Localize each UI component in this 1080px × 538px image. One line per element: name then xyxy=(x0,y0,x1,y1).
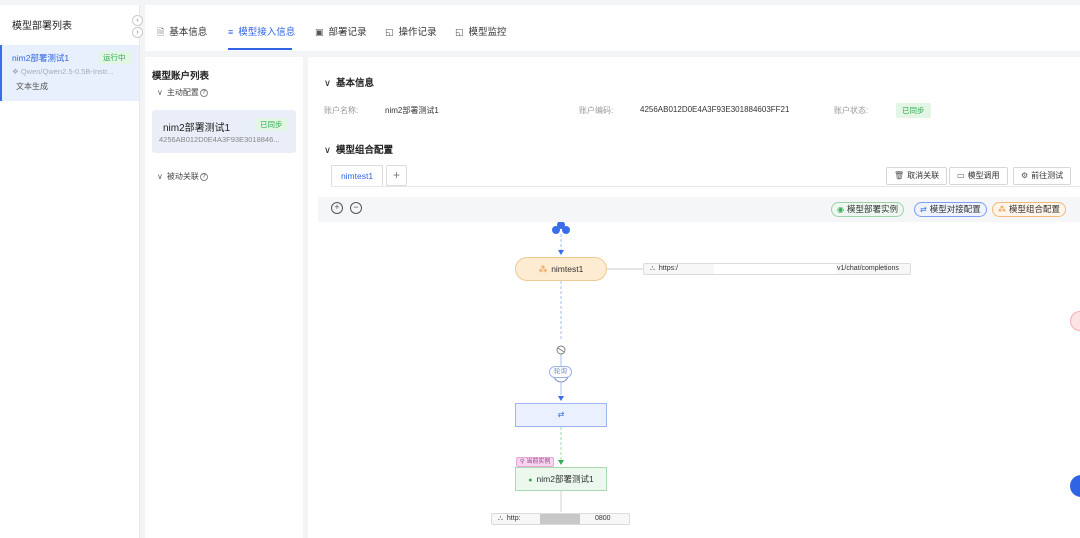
legend-combo-config: ⁂ 模型组合配置 xyxy=(992,202,1067,217)
instance-node-nim2[interactable]: ● nim2部署测试1 xyxy=(515,467,607,491)
model-icon: ❖ xyxy=(12,67,21,76)
list-icon: ≡ xyxy=(228,27,234,37)
network-icon: ⛬ xyxy=(498,515,503,522)
tab-operation-records[interactable]: ◱ 操作记录 xyxy=(385,24,437,38)
basic-info-section-title[interactable]: ∨ 基本信息 xyxy=(324,75,374,89)
docking-icon: ⇄ xyxy=(920,205,927,214)
instance-icon: ● xyxy=(528,477,533,484)
combo-config-section-title[interactable]: ∨ 模型组合配置 xyxy=(324,142,393,156)
shuffle-icon xyxy=(556,345,566,355)
active-tab-indicator xyxy=(228,48,292,50)
docking-icon: ⇄ xyxy=(557,410,565,419)
go-test-button[interactable]: ⚙ 前往测试 xyxy=(1013,167,1072,185)
help-icon[interactable]: ? xyxy=(199,88,208,97)
combo-node-nimtest1[interactable]: ⁂ nimtest1 xyxy=(515,257,607,281)
account-name-label: 账户名称: xyxy=(324,106,359,115)
screen-icon: ▭ xyxy=(957,171,965,180)
canvas-toolbar: + − ◉ 模型部署实例 ⇄ 模型对接配置 ⁂ 模型组合配置 xyxy=(318,197,1080,222)
instance-icon: ◉ xyxy=(837,205,844,214)
deployment-list-item[interactable]: nim2部署测试1 运行中 ❖ Qwen/Qwen2.5-0.5B-Instr.… xyxy=(0,45,139,101)
tab-model-access-info[interactable]: ≡ 模型接入信息 xyxy=(228,24,295,38)
trash-icon: 🗑 xyxy=(894,171,905,180)
tab-model-monitor[interactable]: ◱ 模型监控 xyxy=(455,24,507,38)
account-code-value: 4256AB012D0E4A3F93E301884603FF21 xyxy=(640,105,790,114)
account-card[interactable]: nim2部署测试1 已同步 4256AB012D0E4A3F93E3018846… xyxy=(152,110,296,153)
zoom-in-icon[interactable]: + xyxy=(331,202,343,214)
operation-log-icon: ◱ xyxy=(385,27,394,37)
account-list-panel: 模型账户列表 ∨ 主动配置? nim2部署测试1 已同步 4256AB012D0E… xyxy=(145,57,303,538)
chevron-down-icon: ∨ xyxy=(324,78,331,89)
chevron-down-icon: ∨ xyxy=(157,88,163,97)
deployment-status-badge: 运行中 xyxy=(98,51,131,64)
legend-deploy-instance: ◉ 模型部署实例 xyxy=(831,202,904,217)
url-redaction-mask xyxy=(540,514,580,524)
deployment-list-title: 模型部署列表 xyxy=(12,21,72,32)
account-code-label: 账户编码: xyxy=(579,106,614,115)
passive-link-group[interactable]: ∨ 被动关联? xyxy=(157,171,208,182)
detail-tabs: 🗎 基本信息 ≡ 模型接入信息 ▣ 部署记录 ◱ 操作记录 ◱ 模型监控 xyxy=(145,5,1080,51)
network-icon: ⛬ xyxy=(650,265,655,272)
deployment-name: nim2部署测试1 xyxy=(12,53,70,63)
legend-docking-config: ⇄ 模型对接配置 xyxy=(914,202,987,217)
record-icon: ▣ xyxy=(315,27,324,37)
collapse-left-icon[interactable]: ‹ xyxy=(132,15,143,26)
chevron-down-icon: ∨ xyxy=(324,145,331,156)
active-config-group[interactable]: ∨ 主动配置? xyxy=(157,87,208,98)
bottom-endpoint-url: ⛬ http: 0800 xyxy=(491,513,630,525)
source-user-icon xyxy=(552,222,570,234)
document-icon: 🗎 xyxy=(157,27,165,37)
config-tabs-divider xyxy=(331,186,1080,187)
account-status-label: 账户状态: xyxy=(834,106,869,115)
help-icon[interactable]: ? xyxy=(199,172,208,181)
add-config-tab-button[interactable]: + xyxy=(386,165,407,186)
model-invoke-button[interactable]: ▭ 模型调用 xyxy=(949,167,1008,185)
top-endpoint-url: ⛬ https:/ v1/chat/completions xyxy=(643,263,911,275)
flow-canvas[interactable]: + − ◉ 模型部署实例 ⇄ 模型对接配置 ⁂ 模型组合配置 ⁂ nimtest… xyxy=(318,197,1080,538)
account-status-badge: 已同步 xyxy=(896,103,931,118)
account-card-status: 已同步 xyxy=(255,118,288,131)
docking-config-node[interactable]: ⇄ xyxy=(515,403,607,427)
test-icon: ⚙ xyxy=(1021,171,1029,180)
deployment-type: 文本生成 xyxy=(16,82,48,91)
current-instance-tag: ⚲ 当前实例 xyxy=(516,457,555,467)
monitor-icon: ◱ xyxy=(455,27,464,37)
tab-deploy-records[interactable]: ▣ 部署记录 xyxy=(315,24,367,38)
zoom-out-icon[interactable]: − xyxy=(350,202,362,214)
account-name-value: nim2部署测试1 xyxy=(385,106,439,115)
account-card-name: nim2部署测试1 xyxy=(163,123,231,134)
config-tab-nimtest1[interactable]: nimtest1 xyxy=(331,165,383,187)
round-robin-pill[interactable]: 轮询 xyxy=(549,366,572,378)
unlink-button[interactable]: 🗑 取消关联 xyxy=(886,167,948,185)
pin-icon: ⚲ xyxy=(520,459,525,465)
main-content: ∨ 基本信息 账户名称: nim2部署测试1 账户编码: 4256AB012D0E… xyxy=(308,57,1080,538)
combo-icon: ⁂ xyxy=(538,264,548,274)
chevron-down-icon: ∨ xyxy=(157,172,163,181)
expand-right-icon[interactable]: › xyxy=(132,27,143,38)
account-card-code: 4256AB012D0E4A3F93E3018846... xyxy=(159,135,280,144)
account-list-title: 模型账户列表 xyxy=(152,71,210,82)
url-redaction-mask xyxy=(714,264,836,274)
deployment-list-panel: 模型部署列表 ‹ › nim2部署测试1 运行中 ❖ Qwen/Qwen2.5-… xyxy=(0,5,143,538)
tab-basic-info[interactable]: 🗎 基本信息 xyxy=(157,24,207,41)
deployment-model: ❖ Qwen/Qwen2.5-0.5B-Instr... xyxy=(12,67,114,76)
combo-icon: ⁂ xyxy=(998,205,1006,214)
